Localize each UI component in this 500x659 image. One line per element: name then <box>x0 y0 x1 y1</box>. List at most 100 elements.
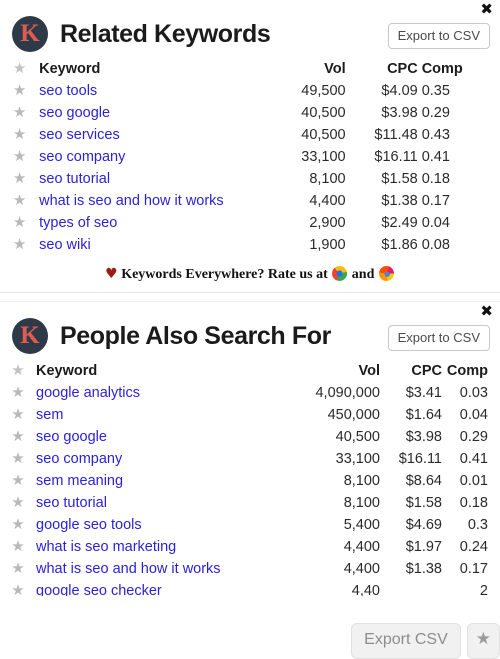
table-row[interactable]: ★ seo google 40,500 $3.98 0.29 <box>0 426 500 448</box>
table-row[interactable]: ★ google seo tools 5,400 $4.69 0.3 <box>0 514 500 536</box>
favorite-star-cell[interactable]: ★ <box>0 514 36 536</box>
table-scroll-region[interactable]: ★ Keyword Vol CPC Comp ★ google analytics… <box>0 360 500 597</box>
favorite-star-cell[interactable]: ★ <box>0 102 39 124</box>
table-row[interactable]: ★ seo company 33,100 $16.11 0.41 <box>0 448 500 470</box>
table-row[interactable]: ★ google seo checker 4,40 2 <box>0 580 500 597</box>
favorite-star-cell[interactable]: ★ <box>0 492 36 514</box>
table-row[interactable]: ★ seo company 33,100 $16.11 0.41 <box>0 146 500 168</box>
keyword-link[interactable]: seo google <box>36 429 107 445</box>
star-icon[interactable]: ★ <box>13 193 26 208</box>
favorite-star-cell[interactable]: ★ <box>0 168 39 190</box>
keyword-link[interactable]: sem meaning <box>36 473 123 489</box>
favorite-star-cell[interactable]: ★ <box>0 404 36 426</box>
table-row[interactable]: ★ seo wiki 1,900 $1.86 0.08 <box>0 234 500 256</box>
keyword-link[interactable]: google seo tools <box>36 517 142 533</box>
table-row[interactable]: ★ sem meaning 8,100 $8.64 0.01 <box>0 470 500 492</box>
star-icon[interactable]: ★ <box>11 385 24 400</box>
favorite-star-cell[interactable]: ★ <box>0 426 36 448</box>
star-icon[interactable]: ★ <box>13 83 26 98</box>
table-row[interactable]: ★ seo tutorial 8,100 $1.58 0.18 <box>0 168 500 190</box>
table-row[interactable]: ★ sem 450,000 $1.64 0.04 <box>0 404 500 426</box>
keyword-link[interactable]: google seo checker <box>36 583 162 596</box>
keyword-link[interactable]: seo services <box>39 127 120 143</box>
keyword-cell[interactable]: types of seo <box>39 212 267 234</box>
star-icon[interactable]: ★ <box>11 451 24 466</box>
star-icon[interactable]: ★ <box>11 583 24 597</box>
star-icon[interactable]: ★ <box>11 429 24 444</box>
keyword-link[interactable]: seo tools <box>39 83 97 99</box>
keyword-cell[interactable]: sem <box>36 404 284 426</box>
keyword-cell[interactable]: seo google <box>39 102 267 124</box>
keyword-cell[interactable]: google analytics <box>36 382 284 404</box>
keyword-link[interactable]: what is seo and how it works <box>39 193 224 209</box>
keyword-link[interactable]: sem <box>36 407 63 423</box>
favorite-star-cell[interactable]: ★ <box>0 448 36 470</box>
keyword-cell[interactable]: seo company <box>39 146 267 168</box>
export-to-csv-button[interactable]: Export to CSV <box>387 325 490 351</box>
table-row[interactable]: ★ what is seo and how it works 4,400 $1.38 0… <box>0 558 500 580</box>
star-icon[interactable]: ★ <box>13 171 26 186</box>
keyword-cell[interactable]: seo tutorial <box>36 492 284 514</box>
keyword-link[interactable]: what is seo marketing <box>36 539 176 555</box>
favorite-star-cell[interactable]: ★ <box>0 382 36 404</box>
keyword-link[interactable]: seo wiki <box>39 237 91 253</box>
keyword-cell[interactable]: seo company <box>36 448 284 470</box>
favorite-star-cell[interactable]: ★ <box>0 80 39 102</box>
keyword-link[interactable]: what is seo and how it works <box>36 561 221 577</box>
table-row[interactable]: ★ types of seo 2,900 $2.49 0.04 <box>0 212 500 234</box>
keyword-cell[interactable]: seo tools <box>39 80 267 102</box>
star-icon[interactable]: ★ <box>13 127 26 142</box>
table-row[interactable]: ★ seo services 40,500 $11.48 0.43 <box>0 124 500 146</box>
star-icon[interactable]: ★ <box>11 495 24 510</box>
favorite-star-cell[interactable]: ★ <box>0 536 36 558</box>
keyword-link[interactable]: seo tutorial <box>39 171 110 187</box>
table-row[interactable]: ★ seo tools 49,500 $4.09 0.35 <box>0 80 500 102</box>
keyword-cell[interactable]: google seo tools <box>36 514 284 536</box>
floating-favorites-star-icon[interactable]: ★ <box>466 623 500 659</box>
star-icon[interactable]: ★ <box>13 105 26 120</box>
keyword-cell[interactable]: what is seo and how it works <box>36 558 284 580</box>
cpc-cell <box>380 580 446 596</box>
favorite-star-cell[interactable]: ★ <box>0 234 39 256</box>
export-to-csv-button[interactable]: Export to CSV <box>387 23 490 49</box>
star-icon[interactable]: ★ <box>11 473 24 488</box>
keyword-cell[interactable]: what is seo and how it works <box>39 190 267 212</box>
table-row[interactable]: ★ what is seo marketing 4,400 $1.97 0.24 <box>0 536 500 558</box>
keyword-link[interactable]: types of seo <box>39 215 117 231</box>
keyword-link[interactable]: seo tutorial <box>36 495 107 511</box>
favorite-star-cell[interactable]: ★ <box>0 146 39 168</box>
table-row[interactable]: ★ seo tutorial 8,100 $1.58 0.18 <box>0 492 500 514</box>
keyword-link[interactable]: google analytics <box>36 385 140 401</box>
star-icon[interactable]: ★ <box>11 539 24 554</box>
table-row[interactable]: ★ seo google 40,500 $3.98 0.29 <box>0 102 500 124</box>
favorite-star-cell[interactable]: ★ <box>0 470 36 492</box>
keyword-link[interactable]: seo company <box>39 149 125 165</box>
favorite-star-cell[interactable]: ★ <box>0 212 39 234</box>
table-row[interactable]: ★ google analytics 4,090,000 $3.41 0.03 <box>0 382 500 404</box>
keyword-cell[interactable]: sem meaning <box>36 470 284 492</box>
star-icon[interactable]: ★ <box>13 215 26 230</box>
favorite-star-cell[interactable]: ★ <box>0 558 36 580</box>
keyword-link[interactable]: seo company <box>36 451 122 467</box>
star-icon[interactable]: ★ <box>11 561 24 576</box>
favorite-star-cell[interactable]: ★ <box>0 190 39 212</box>
keyword-cell[interactable]: what is seo marketing <box>36 536 284 558</box>
keyword-cell[interactable]: seo tutorial <box>39 168 267 190</box>
chrome-icon[interactable] <box>332 266 348 281</box>
cpc-cell: $8.64 <box>405 473 442 489</box>
floating-export-csv-button[interactable]: Export CSV <box>351 623 461 659</box>
keyword-cell[interactable]: seo google <box>36 426 284 448</box>
keyword-link[interactable]: seo google <box>39 105 110 121</box>
star-icon[interactable]: ★ <box>11 517 24 532</box>
table-row[interactable]: ★ what is seo and how it works 4,400 $1.38 0… <box>0 190 500 212</box>
star-icon[interactable]: ★ <box>11 407 24 422</box>
favorite-star-cell[interactable]: ★ <box>0 124 39 146</box>
cpc-cell: $3.98 <box>405 429 442 445</box>
star-icon[interactable]: ★ <box>13 237 26 252</box>
firefox-icon[interactable] <box>378 266 394 281</box>
keyword-cell[interactable]: seo wiki <box>39 234 267 256</box>
keyword-cell[interactable]: google seo checker <box>36 580 284 596</box>
favorite-star-cell[interactable]: ★ <box>0 580 36 597</box>
keyword-cell[interactable]: seo services <box>39 124 267 146</box>
star-icon[interactable]: ★ <box>13 149 26 164</box>
